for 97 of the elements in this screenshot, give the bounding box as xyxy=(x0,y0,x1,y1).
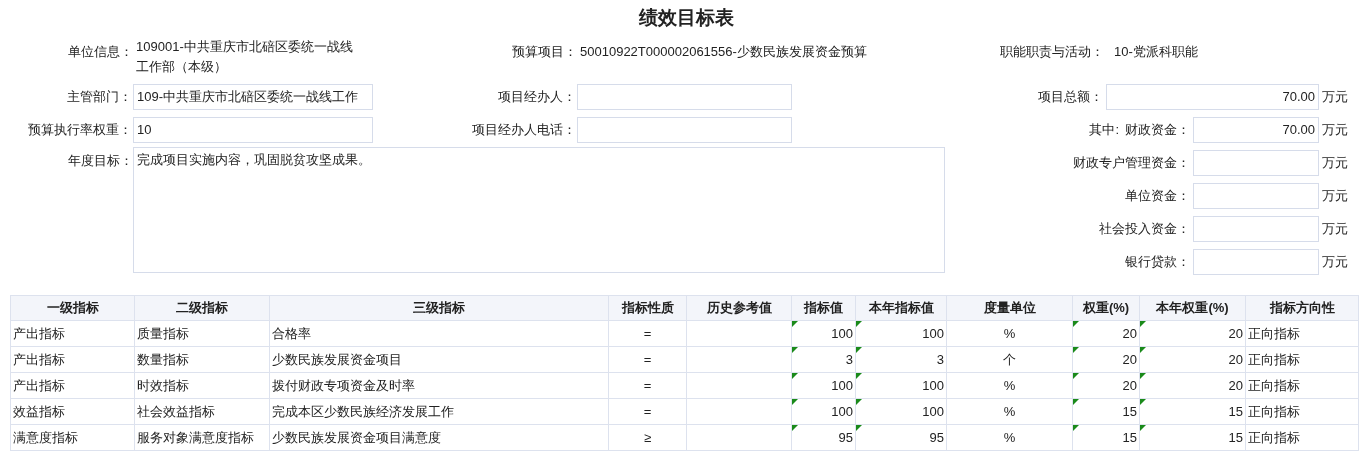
table-cell: 100 xyxy=(855,398,947,425)
input-field[interactable] xyxy=(577,116,792,143)
table-cell: 产出指标 xyxy=(10,346,135,373)
table-cell: ≥ xyxy=(608,424,687,451)
table-cell: 拨付财政专项资金及时率 xyxy=(269,372,609,399)
table-cell: 100 xyxy=(791,320,856,347)
table-cell: 3 xyxy=(791,346,856,373)
input-field[interactable]: 70.00 xyxy=(1106,83,1319,110)
input-field[interactable] xyxy=(1193,149,1319,176)
field-label: 主管部门： xyxy=(66,87,133,106)
table-cell: 95 xyxy=(855,424,947,451)
table-cell: 正向指标 xyxy=(1245,372,1359,399)
table-cell: 效益指标 xyxy=(10,398,135,425)
column-header: 三级指标 xyxy=(269,295,609,321)
field-value: 109001-中共重庆市北碚区委统一战线工作部（本级） xyxy=(135,38,354,76)
table-cell: % xyxy=(946,424,1073,451)
field-value: 50010922T000002061556-少数民族发展资金预算 xyxy=(580,43,867,61)
table-cell: 20 xyxy=(1072,320,1140,347)
table-cell: 个 xyxy=(946,346,1073,373)
input-field[interactable] xyxy=(577,83,792,110)
column-header: 本年指标值 xyxy=(855,295,947,321)
field-label: 项目总额： xyxy=(1038,87,1103,106)
table-cell: 产出指标 xyxy=(10,372,135,399)
field-label: 项目经办人： xyxy=(497,87,577,106)
field-label: 项目经办人电话： xyxy=(471,120,577,139)
table-cell: 15 xyxy=(1139,424,1246,451)
table-cell: % xyxy=(946,320,1073,347)
table-cell: 20 xyxy=(1072,346,1140,373)
column-header: 二级指标 xyxy=(134,295,270,321)
table-cell: 合格率 xyxy=(269,320,609,347)
table-cell: 服务对象满意度指标 xyxy=(134,424,270,451)
field-label: 社会投入资金： xyxy=(1099,219,1190,238)
unit-label: 万元 xyxy=(1321,87,1349,106)
table-cell: % xyxy=(946,398,1073,425)
column-header: 历史参考值 xyxy=(686,295,792,321)
table-cell: 100 xyxy=(791,372,856,399)
column-header: 权重(%) xyxy=(1072,295,1140,321)
table-cell: 20 xyxy=(1072,372,1140,399)
table-cell: 3 xyxy=(855,346,947,373)
table-cell: 100 xyxy=(855,320,947,347)
table-cell: 完成本区少数民族经济发展工作 xyxy=(269,398,609,425)
unit-label: 万元 xyxy=(1321,219,1349,238)
field-label: 预算项目： xyxy=(511,43,577,61)
unit-label: 万元 xyxy=(1321,153,1349,172)
field-label: 其中: xyxy=(1089,120,1119,139)
unit-label: 万元 xyxy=(1321,120,1349,139)
table-cell: = xyxy=(608,346,687,373)
table-cell: 满意度指标 xyxy=(10,424,135,451)
input-field[interactable] xyxy=(1193,215,1319,242)
table-cell: = xyxy=(608,398,687,425)
page-title: 绩效目标表 xyxy=(638,8,734,27)
input-field[interactable]: 10 xyxy=(133,116,373,143)
field-label: 单位资金： xyxy=(1125,186,1190,205)
table-cell: % xyxy=(946,372,1073,399)
field-label: 职能职责与活动： xyxy=(1000,43,1104,61)
column-header: 指标值 xyxy=(791,295,856,321)
table-cell: 100 xyxy=(791,398,856,425)
unit-label: 万元 xyxy=(1321,186,1349,205)
text-area[interactable]: 完成项目实施内容，巩固脱贫攻坚成果。 xyxy=(133,147,945,273)
column-header: 度量单位 xyxy=(946,295,1073,321)
table-cell: 15 xyxy=(1072,398,1140,425)
field-label: 财政资金： xyxy=(1125,120,1190,139)
table-cell: = xyxy=(608,320,687,347)
field-label: 财政专户管理资金： xyxy=(1073,153,1190,172)
table-cell: 质量指标 xyxy=(134,320,270,347)
input-field[interactable]: 70.00 xyxy=(1193,116,1319,143)
field-label: 单位信息： xyxy=(67,43,133,61)
table-cell: 正向指标 xyxy=(1245,398,1359,425)
column-header: 指标方向性 xyxy=(1245,295,1359,321)
table-cell: 100 xyxy=(855,372,947,399)
table-cell: 20 xyxy=(1139,346,1246,373)
unit-label: 万元 xyxy=(1321,252,1349,271)
input-field[interactable]: 109-中共重庆市北碚区委统一战线工作 xyxy=(133,83,373,110)
field-label: 年度目标： xyxy=(67,152,133,170)
table-cell: 少数民族发展资金项目 xyxy=(269,346,609,373)
table-cell: 20 xyxy=(1139,320,1246,347)
column-header: 一级指标 xyxy=(10,295,135,321)
column-header: 本年权重(%) xyxy=(1139,295,1246,321)
table-cell: 数量指标 xyxy=(134,346,270,373)
table-cell: 正向指标 xyxy=(1245,320,1359,347)
table-cell: 95 xyxy=(791,424,856,451)
table-cell: 15 xyxy=(1139,398,1246,425)
column-header: 指标性质 xyxy=(608,295,687,321)
field-value: 10-党派科职能 xyxy=(1114,43,1198,61)
table-cell: 社会效益指标 xyxy=(134,398,270,425)
table-cell: 正向指标 xyxy=(1245,346,1359,373)
field-label: 预算执行率权重： xyxy=(27,120,133,139)
table-cell: 产出指标 xyxy=(10,320,135,347)
field-label: 银行贷款： xyxy=(1125,252,1190,271)
table-cell: 15 xyxy=(1072,424,1140,451)
input-field[interactable] xyxy=(1193,248,1319,275)
table-cell: 正向指标 xyxy=(1245,424,1359,451)
input-field[interactable] xyxy=(1193,182,1319,209)
table-cell: 少数民族发展资金项目满意度 xyxy=(269,424,609,451)
table-cell: = xyxy=(608,372,687,399)
table-cell: 20 xyxy=(1139,372,1246,399)
table-cell: 时效指标 xyxy=(134,372,270,399)
